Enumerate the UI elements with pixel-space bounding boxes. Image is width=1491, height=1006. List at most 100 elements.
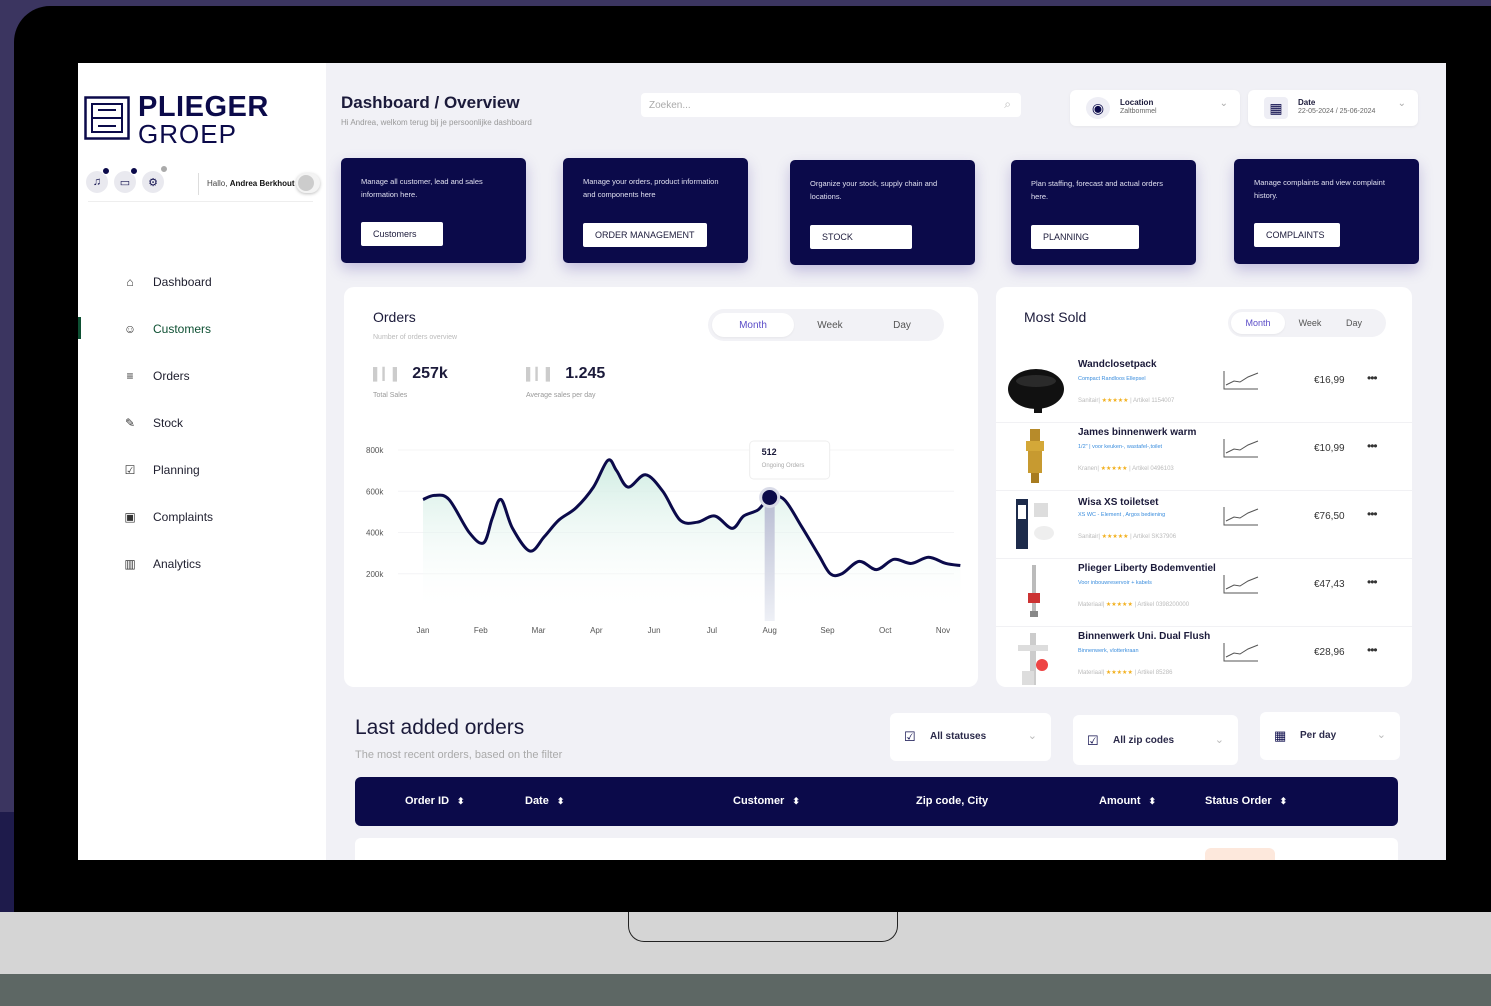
product-image [1006, 427, 1064, 485]
x-tick-label: Jun [648, 626, 661, 635]
y-tick-label: 800k [366, 446, 384, 455]
table-row[interactable] [355, 838, 1398, 860]
product-category: Materiaal [1078, 602, 1103, 608]
sidebar-item-analytics[interactable]: ▥ Analytics [78, 540, 326, 587]
location-picker[interactable]: ◉ Location Zaltbommel ⌄ [1070, 90, 1240, 126]
more-options-icon[interactable]: ••• [1367, 575, 1378, 589]
kpi-value: 257k [412, 365, 448, 382]
zip-filter[interactable]: ☑ All zip codes ⌄ [1073, 715, 1238, 765]
sort-icon: ⬍ [1279, 796, 1288, 806]
column-label: Date [525, 795, 549, 807]
column-order-id[interactable]: Order ID ⬍ [405, 795, 465, 807]
product-name: Wandclosetpack [1078, 359, 1157, 370]
product-description: Compact Randloos Ellepsel [1078, 376, 1146, 382]
laptop-base-shadow [0, 974, 1491, 1006]
sparkline-icon [1223, 575, 1259, 594]
tab-day[interactable]: Day [1334, 312, 1374, 334]
sidebar-item-planning[interactable]: ☑ Planning [78, 446, 326, 493]
feature-card-complaints: Manage complaints and view complaint his… [1234, 159, 1419, 264]
card-button[interactable]: Customers [361, 222, 443, 246]
card-button[interactable]: ORDER MANAGEMENT [583, 223, 707, 247]
chevron-down-icon: ⌄ [1376, 729, 1386, 741]
card-button[interactable]: STOCK [810, 225, 912, 249]
column-status[interactable]: Status Order ⬍ [1205, 795, 1287, 807]
most-sold-title: Most Sold [1024, 309, 1087, 325]
most-sold-period-tabs: Month Week Day [1228, 309, 1386, 337]
sidebar-item-orders[interactable]: ≡ Orders [78, 352, 326, 399]
brand-sub: GROEP [138, 119, 237, 149]
date-picker[interactable]: ▦ Date 22-05-2024 / 25-06-2024 ⌄ [1248, 90, 1418, 126]
search-input[interactable]: Zoeken... ⌕ [641, 93, 1021, 117]
notification-dot [160, 165, 168, 173]
tab-week[interactable]: Week [1288, 312, 1332, 334]
sort-icon: ⬍ [792, 796, 800, 806]
product-category: Materiaal [1078, 670, 1103, 676]
orders-chart: 800k 600k 400k 200k Jan Feb Mar Apr Jun Jul Aug Sep… [366, 440, 961, 635]
more-options-icon[interactable]: ••• [1367, 643, 1378, 657]
sidebar-item-dashboard[interactable]: ⌂ Dashboard [78, 258, 326, 305]
list-item[interactable]: Wandclosetpack Compact Randloos Ellepsel S… [996, 355, 1412, 423]
brand-logo[interactable]: PLIEGER GROEP [84, 91, 296, 149]
tab-month[interactable]: Month [712, 313, 794, 337]
sidebar-item-label: Analytics [153, 556, 202, 571]
period-filter[interactable]: ▦ Per day ⌄ [1260, 712, 1400, 760]
tab-week[interactable]: Week [798, 313, 862, 337]
card-button[interactable]: COMPLAINTS [1254, 223, 1340, 247]
filter-label: Per day [1300, 730, 1337, 741]
column-customer[interactable]: Customer ⬍ [733, 795, 800, 807]
more-options-icon[interactable]: ••• [1367, 507, 1378, 521]
calendar-icon: ▦ [1264, 97, 1288, 119]
sparkline-icon [1223, 439, 1259, 458]
tab-month[interactable]: Month [1231, 312, 1285, 334]
last-orders-title: Last added orders [355, 716, 525, 739]
card-description: Plan staffing, forecast and actual order… [1031, 179, 1164, 201]
x-tick-label: Aug [763, 626, 777, 635]
product-price: €76,50 [1314, 511, 1345, 522]
tab-day[interactable]: Day [866, 313, 938, 337]
x-tick-label: Nov [936, 626, 950, 635]
rating-stars: ★★★★★ [1101, 534, 1129, 540]
kpi-total-sales: ▌▎▌ 257k [373, 365, 448, 383]
x-tick-label: Jul [707, 626, 717, 635]
product-article: Artikel 1154007 [1133, 398, 1175, 404]
column-zip-city[interactable]: Zip code, City [916, 795, 988, 807]
product-image [1006, 359, 1064, 417]
date-label: Date [1298, 98, 1316, 107]
kpi-value: 1.245 [565, 365, 606, 382]
status-filter[interactable]: ☑ All statuses ⌄ [890, 713, 1051, 761]
sidebar-item-label: Customers [153, 321, 212, 336]
more-options-icon[interactable]: ••• [1367, 371, 1378, 385]
list-item[interactable]: Wisa XS toiletset XS WC - Element , Argos… [996, 491, 1412, 559]
greeting-text: Hallo, [207, 179, 228, 188]
product-article: Artikel 85286 [1137, 670, 1173, 676]
kpi-average-sales: ▌▎▌ 1.245 [526, 365, 605, 383]
list-item[interactable]: James binnenwerk warm 1/2" | voor keuken-… [996, 423, 1412, 491]
product-description: XS WC - Element , Argos bediening [1078, 512, 1166, 518]
list-item[interactable]: Binnenwerk Uni. Dual Flush Binnenwerk, vl… [996, 627, 1412, 687]
column-amount[interactable]: Amount ⬍ [1099, 795, 1156, 807]
kpi-label: Total Sales [373, 392, 408, 399]
column-label: Amount [1099, 795, 1141, 807]
orders-panel: Orders Number of orders overview Month W… [344, 287, 978, 687]
sidebar-item-customers[interactable]: ☺ Customers [78, 305, 326, 352]
calendar-icon: ▦ [1274, 728, 1287, 743]
orders-table-header: Order ID ⬍ Date ⬍ Customer ⬍ Zip code, City… [355, 777, 1398, 826]
chevron-down-icon: ⌄ [1219, 98, 1228, 109]
column-date[interactable]: Date ⬍ [525, 795, 564, 807]
more-options-icon[interactable]: ••• [1367, 439, 1378, 453]
x-tick-label: Jan [417, 626, 430, 635]
sidebar-item-complaints[interactable]: ▣ Complaints [78, 493, 326, 540]
gear-icon[interactable]: ⚙ [142, 171, 164, 193]
feature-card-customers: Manage all customer, lead and sales info… [341, 158, 526, 263]
sidebar-item-stock[interactable]: ✎ Stock [78, 399, 326, 446]
theme-toggle[interactable] [296, 173, 320, 193]
notification-dot [102, 167, 110, 175]
feature-card-order-management: Manage your orders, product information … [563, 158, 748, 263]
product-category: Sanitair [1078, 398, 1099, 404]
card-button[interactable]: PLANNING [1031, 225, 1139, 249]
search-icon: ⌕ [1004, 97, 1011, 111]
x-tick-label: Oct [879, 626, 892, 635]
list-item[interactable]: Plieger Liberty Bodemventiel Voor inbouwr… [996, 559, 1412, 627]
sidebar-item-label: Complaints [153, 509, 214, 524]
card-description: Manage your orders, product information … [583, 177, 719, 199]
